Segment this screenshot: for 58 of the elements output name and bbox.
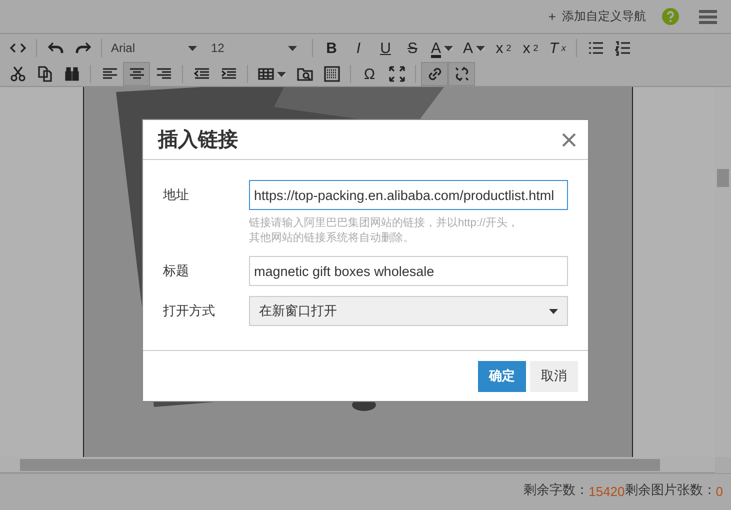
close-icon[interactable] (562, 132, 576, 146)
field-label: 地址 (163, 186, 190, 204)
bulleted-list-icon (588, 40, 604, 56)
superscript-button[interactable]: x$^{2}$ (490, 36, 518, 60)
add-navigation-link[interactable]: 添加自定义导航 (562, 8, 646, 25)
copy-icon (36, 66, 52, 82)
dropdown[interactable]: 在新窗口打开 (249, 296, 568, 326)
cancel-button[interactable]: 取消 (530, 360, 578, 392)
underline-button[interactable]: U (372, 36, 399, 60)
italic-button[interactable]: I (345, 36, 372, 60)
numbered-list-icon (614, 40, 631, 56)
caret-icon (288, 46, 297, 50)
unlink-button[interactable] (448, 62, 475, 86)
grid-icon (324, 66, 340, 82)
strikethrough-button[interactable]: S (399, 36, 426, 60)
fullscreen-icon (388, 66, 404, 82)
align-center-button[interactable] (123, 62, 150, 86)
folder-search-icon (296, 66, 312, 82)
align-left-icon (102, 66, 118, 82)
binoculars-icon (64, 66, 80, 82)
caret-icon (188, 46, 197, 50)
field-label: 标题 (163, 262, 190, 280)
vertical-scrollbar[interactable] (715, 87, 731, 457)
horizontal-scrollbar[interactable] (0, 457, 715, 473)
caret-icon (549, 308, 558, 314)
unlink-icon (454, 66, 470, 82)
text-input-field[interactable]: https://top-packing.en.alibaba.com/productlist.html (249, 180, 568, 210)
text-input-field[interactable]: magnetic gift boxes wholesale (249, 256, 568, 286)
menu-icon[interactable] (699, 10, 717, 24)
indent-icon (220, 66, 236, 82)
table-icon (258, 66, 274, 82)
align-center-icon (128, 66, 144, 82)
special-character-button[interactable]: Ω (356, 62, 383, 86)
outdent-icon (194, 66, 210, 82)
hint-text: 其他网站的链接系统将自动删除。 (249, 231, 414, 246)
highlight-button[interactable]: A (458, 36, 490, 60)
hint-text: 链接请输入阿里巴巴集团网站的链接，并以http://开头， (249, 216, 519, 231)
remaining-chars-label: 剩余字数： (524, 481, 589, 499)
caret-icon (476, 46, 486, 50)
cut-icon (10, 66, 26, 82)
remaining-chars-count: 15420 (588, 484, 625, 499)
caret-icon (277, 72, 286, 76)
link-icon (426, 66, 442, 82)
bold-button[interactable]: B (318, 36, 345, 60)
remaining-images-count: 0 (716, 484, 723, 499)
align-right-icon (156, 66, 172, 82)
caret-icon (444, 46, 454, 50)
remaining-images-label: 剩余图片张数： (624, 481, 716, 499)
font-color-button[interactable]: A (426, 36, 458, 60)
dialog-title: 插入链接 (158, 128, 238, 153)
redo-icon (74, 40, 90, 56)
plus-icon: + (548, 9, 556, 24)
field-label: 打开方式 (163, 302, 216, 320)
confirm-button[interactable]: 确定 (478, 360, 526, 392)
dropdown[interactable]: Arial (107, 41, 201, 55)
link-button[interactable] (421, 62, 448, 86)
dropdown[interactable]: 12 (207, 41, 301, 55)
undo-icon (48, 40, 64, 56)
